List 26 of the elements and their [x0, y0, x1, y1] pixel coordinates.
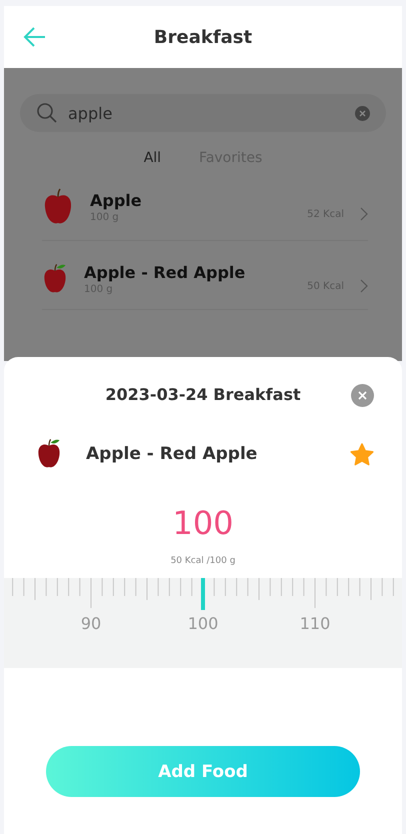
chevron-icon	[360, 207, 368, 221]
filter-tab[interactable]: All	[144, 150, 162, 166]
search-icon	[36, 102, 58, 124]
sheet-title: 2023-03-24 Breakfast	[105, 385, 301, 404]
food-name: Apple	[90, 191, 143, 210]
page-title: Breakfast	[154, 26, 252, 48]
ruler-label: 100	[188, 614, 218, 633]
close-icon	[358, 391, 367, 400]
close-icon	[359, 110, 366, 116]
ruler-picker[interactable]: 90 100 110	[4, 578, 402, 668]
apple-icon	[42, 263, 68, 295]
apple-icon	[36, 438, 62, 470]
ruler-label: 90	[80, 614, 102, 633]
food-name: Apple - Red Apple	[86, 444, 258, 464]
calories-per-serving: 50 Kcal /100 g	[170, 556, 236, 566]
search-bar[interactable]: apple	[20, 94, 386, 132]
close-button[interactable]	[351, 384, 374, 407]
apple-icon	[42, 188, 74, 226]
star-icon[interactable]	[350, 442, 374, 466]
ruler-label: 110	[300, 614, 330, 633]
clear-button[interactable]	[355, 106, 370, 120]
food-name: Apple - Red Apple	[84, 263, 246, 282]
amount-value: 100	[171, 504, 235, 542]
add-food-button[interactable]: Add Food	[46, 746, 360, 797]
chevron-icon	[360, 279, 368, 293]
search-field[interactable]: apple	[68, 104, 345, 122]
